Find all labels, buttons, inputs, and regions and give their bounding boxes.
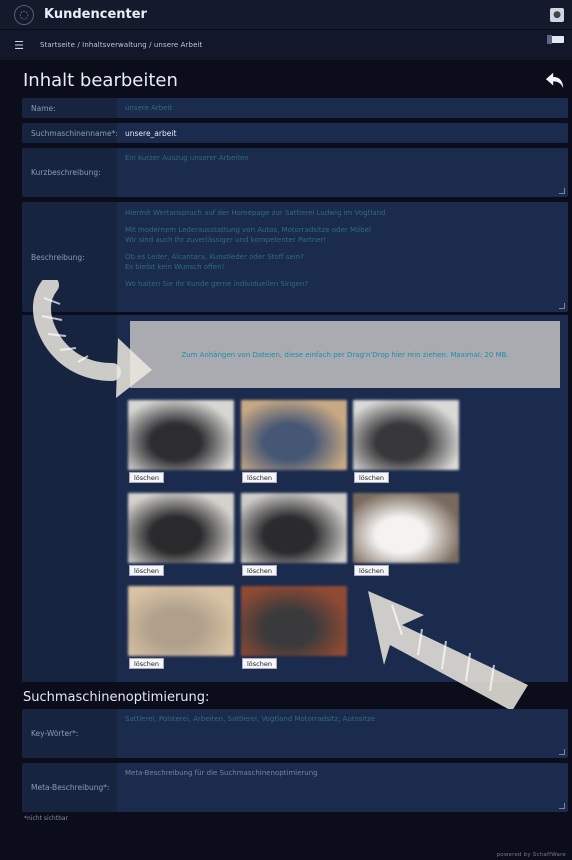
image-thumbnail[interactable] — [353, 493, 459, 563]
description-line: Wir sind auch Ihr zuverlässiger und komp… — [125, 236, 327, 244]
delete-image-button[interactable]: löschen — [242, 472, 277, 483]
delete-image-button[interactable]: löschen — [354, 472, 389, 483]
description-line: Mit modernem Lederausstattung von Autos,… — [125, 225, 371, 234]
app-title: Kundencenter — [44, 7, 147, 22]
meta-textarea[interactable]: Meta-Beschreibung für die Suchmaschineno… — [117, 763, 568, 812]
image-thumbnail[interactable] — [241, 493, 347, 563]
name-label: Name: — [31, 103, 56, 113]
delete-image-button[interactable]: löschen — [129, 472, 164, 483]
keywords-textarea[interactable]: Sattlerei, Polsterei, Arbeiten, Sattlere… — [117, 709, 568, 758]
seo-section-title: Suchmaschinenoptimierung: — [23, 690, 210, 705]
resize-handle[interactable] — [559, 303, 565, 309]
app-header: ◌ Kundencenter ● — [0, 0, 572, 30]
description-textarea[interactable]: Hiermit Wertanspruch auf der Homepage zu… — [117, 202, 568, 312]
user-icon[interactable]: ● — [550, 8, 564, 22]
keywords-label: Key-Wörter*: — [31, 729, 79, 738]
keywords-row: Key-Wörter*: Sattlerei, Polsterei, Arbei… — [22, 709, 568, 758]
dropzone-text: Zum Anhängen von Dateien, diese einfach … — [181, 350, 509, 359]
name-input[interactable]: unsere Arbeit — [117, 98, 568, 118]
short-desc-textarea[interactable]: Ein kurzer Auszug unserer Arbeiten — [117, 148, 568, 197]
nav-bar: ☰ Startseite / Inhaltsverwaltung / unser… — [0, 30, 572, 60]
keywords-value: Sattlerei, Polsterei, Arbeiten, Sattlere… — [125, 715, 376, 723]
file-dropzone[interactable]: Zum Anhängen von Dateien, diese einfach … — [130, 321, 560, 388]
short-desc-row: Kurzbeschreibung: Ein kurzer Auszug unse… — [22, 148, 568, 197]
meta-row: Meta-Beschreibung*: Meta-Beschreibung fü… — [22, 763, 568, 812]
meta-placeholder: Meta-Beschreibung für die Suchmaschineno… — [125, 769, 318, 777]
image-thumbnail[interactable] — [241, 400, 347, 470]
short-desc-label: Kurzbeschreibung: — [31, 168, 101, 177]
resize-handle[interactable] — [559, 188, 565, 194]
slug-label: Suchmaschinenname*: — [31, 128, 118, 138]
breadcrumb[interactable]: Startseite / Inhaltsverwaltung / unsere … — [40, 41, 202, 49]
slug-input[interactable]: unsere_arbeit — [117, 123, 568, 143]
name-row: Name: unsere Arbeit — [22, 98, 568, 118]
slug-row: Suchmaschinenname*: unsere_arbeit — [22, 123, 568, 143]
delete-image-button[interactable]: löschen — [242, 658, 277, 669]
back-arrow-icon[interactable] — [544, 70, 566, 90]
description-line: Hiermit Wertanspruch auf der Homepage zu… — [125, 209, 386, 217]
menu-icon[interactable]: ☰ — [12, 39, 26, 52]
delete-image-button[interactable]: löschen — [242, 565, 277, 576]
image-thumbnail[interactable] — [128, 586, 234, 656]
footnote: *nicht sichtbar — [24, 815, 69, 822]
image-thumbnail[interactable] — [128, 400, 234, 470]
delete-image-button[interactable]: löschen — [129, 658, 164, 669]
description-line: Wo halten Sie Ihr Kunde gerne individuel… — [125, 279, 309, 288]
description-line: Ob es Leder, Alcantara, Kunstleder oder … — [125, 252, 304, 261]
powered-by: powered by SchaffWare — [496, 852, 566, 858]
description-label: Beschreibung: — [31, 252, 85, 262]
delete-image-button[interactable]: löschen — [354, 565, 389, 576]
image-thumbnail[interactable] — [353, 400, 459, 470]
image-thumbnail[interactable] — [128, 493, 234, 563]
meta-label: Meta-Beschreibung*: — [31, 783, 110, 792]
page-title: Inhalt bearbeiten — [23, 70, 178, 91]
short-desc-placeholder: Ein kurzer Auszug unserer Arbeiten — [125, 154, 249, 162]
logo-icon: ◌ — [14, 4, 34, 25]
theme-toggle[interactable] — [547, 35, 564, 44]
description-line: Es bleibt kein Wunsch offen! — [125, 263, 225, 271]
delete-image-button[interactable]: löschen — [129, 565, 164, 576]
image-thumbnail[interactable] — [241, 586, 347, 656]
resize-handle[interactable] — [559, 749, 565, 755]
description-row: Beschreibung: Hiermit Wertanspruch auf d… — [22, 202, 568, 312]
resize-handle[interactable] — [559, 803, 565, 809]
